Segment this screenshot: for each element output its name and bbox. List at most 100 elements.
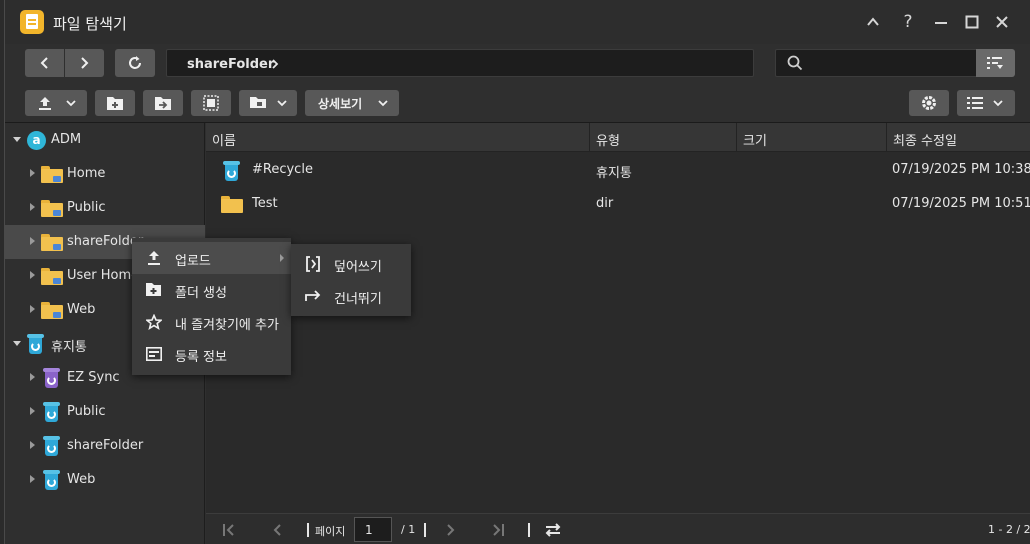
properties-icon (146, 347, 162, 361)
refresh-icon (129, 56, 141, 69)
back-button[interactable] (25, 49, 64, 77)
address-bar[interactable]: shareFolder (166, 49, 754, 77)
next-page-icon[interactable] (443, 523, 457, 537)
upload-icon (148, 251, 160, 265)
minimize-button[interactable] (930, 11, 952, 33)
expand-arrow-icon[interactable] (13, 341, 21, 346)
close-button[interactable] (991, 11, 1013, 33)
mount-dropdown-button[interactable] (239, 90, 297, 116)
tree-node-public[interactable]: Public (5, 191, 205, 225)
tree-node-recycle-web[interactable]: Web (5, 463, 205, 497)
shared-folder-icon (41, 302, 63, 319)
new-folder-icon (107, 97, 123, 110)
menu-item-label: 건너뛰기 (334, 292, 382, 307)
expand-arrow-icon[interactable] (13, 137, 21, 142)
recycle-bin-icon (223, 161, 240, 181)
menu-item-label: 업로드 (175, 254, 211, 269)
forward-button[interactable] (65, 49, 104, 77)
select-all-button[interactable] (191, 90, 231, 116)
tree-node-home[interactable]: Home (5, 157, 205, 191)
tree-node-label: User Home (67, 268, 140, 283)
adm-icon: a (27, 131, 46, 150)
select-all-icon (203, 95, 219, 111)
window-title: 파일 탐색기 (53, 15, 127, 33)
overwrite-icon (306, 256, 320, 272)
expand-arrow-icon[interactable] (30, 203, 35, 211)
previous-page-icon[interactable] (271, 523, 285, 537)
chevron-up-icon (867, 17, 879, 26)
collapse-button[interactable] (862, 11, 884, 33)
expand-arrow-icon[interactable] (30, 169, 35, 177)
skip-arrow-icon (305, 290, 321, 301)
tree-node-recycle-sharefolder[interactable]: shareFolder (5, 429, 205, 463)
column-header-size[interactable]: 크기 (737, 123, 887, 152)
column-header-type[interactable]: 유형 (590, 123, 737, 152)
last-page-icon[interactable] (491, 523, 505, 537)
tree-node-recycle-public[interactable]: Public (5, 395, 205, 429)
submenu-arrow-icon (280, 254, 284, 262)
file-modified: 07/19/2025 PM 10:51 (892, 196, 1030, 211)
column-header-label: 이름 (212, 134, 236, 149)
maximize-button[interactable] (961, 11, 983, 33)
minimize-icon (935, 22, 947, 24)
chevron-left-icon (40, 57, 48, 69)
expand-arrow-icon[interactable] (30, 441, 35, 449)
pagination-separator (307, 523, 309, 537)
pagination-bar: 페이지 / 1 1 - 2 / 2 (206, 513, 1030, 544)
file-explorer-window: 파일 탐색기 ? shareFolder 상세보기 a ADM Home Pub… (4, 0, 1030, 544)
chevron-down-icon (277, 100, 287, 107)
upload-icon (39, 97, 51, 110)
shared-folder-icon (41, 166, 63, 183)
page-label: 페이지 (315, 525, 346, 538)
folder-icon (221, 196, 243, 213)
folder-move-icon (155, 97, 171, 110)
upload-submenu: 덮어쓰기 건너뛰기 (291, 244, 411, 316)
expand-arrow-icon[interactable] (30, 407, 35, 415)
menu-item-upload[interactable]: 업로드 (132, 242, 291, 274)
column-header-modified[interactable]: 최종 수정일 (887, 123, 1030, 152)
tree-node-label: Public (67, 404, 106, 419)
page-number-input[interactable] (354, 517, 392, 542)
file-modified: 07/19/2025 PM 10:38 (892, 162, 1030, 177)
tree-node-adm[interactable]: a ADM (5, 123, 205, 157)
menu-item-create-folder[interactable]: 폴더 생성 (132, 274, 291, 306)
swap-refresh-icon[interactable] (544, 522, 562, 538)
list-view-dropdown[interactable] (957, 90, 1015, 116)
pagination-separator (528, 523, 530, 537)
submenu-item-overwrite[interactable]: 덮어쓰기 (291, 248, 411, 280)
menu-item-add-favorite[interactable]: 내 즐겨찾기에 추가 (132, 306, 291, 338)
star-icon (146, 314, 162, 330)
expand-arrow-icon[interactable] (30, 305, 35, 313)
expand-arrow-icon[interactable] (30, 373, 35, 381)
shared-folder-icon (41, 268, 63, 285)
new-folder-icon (146, 283, 161, 296)
advanced-search-button[interactable] (976, 49, 1015, 77)
tree-node-label: Web (67, 472, 96, 487)
first-page-icon[interactable] (222, 523, 236, 537)
list-view-icon (967, 97, 983, 109)
help-button[interactable]: ? (897, 11, 919, 33)
menu-item-label: 등록 정보 (175, 350, 227, 365)
expand-arrow-icon[interactable] (30, 475, 35, 483)
submenu-item-skip[interactable]: 건너뛰기 (291, 280, 411, 312)
expand-arrow-icon[interactable] (30, 237, 35, 245)
upload-dropdown-button[interactable] (25, 90, 87, 116)
tree-node-label: shareFolder (67, 438, 144, 453)
table-row[interactable]: #Recycle 휴지통 07/19/2025 PM 10:38 (206, 153, 1030, 187)
search-input[interactable] (775, 49, 977, 77)
column-header-label: 크기 (743, 134, 767, 149)
view-mode-dropdown[interactable]: 상세보기 (305, 90, 399, 116)
table-row[interactable]: Test dir 07/19/2025 PM 10:51 (206, 187, 1030, 221)
column-header-name[interactable]: 이름 (206, 123, 590, 152)
new-folder-button[interactable] (95, 90, 135, 116)
file-name: #Recycle (252, 162, 313, 177)
move-folder-button[interactable] (143, 90, 183, 116)
menu-item-properties[interactable]: 등록 정보 (132, 338, 291, 370)
refresh-button[interactable] (115, 49, 155, 77)
tree-node-label: Home (67, 166, 106, 181)
expand-arrow-icon[interactable] (30, 271, 35, 279)
settings-button[interactable] (909, 90, 949, 116)
address-path[interactable]: shareFolder (187, 57, 274, 72)
menu-item-label: 폴더 생성 (175, 286, 227, 301)
path-chevron-icon[interactable] (270, 58, 280, 70)
